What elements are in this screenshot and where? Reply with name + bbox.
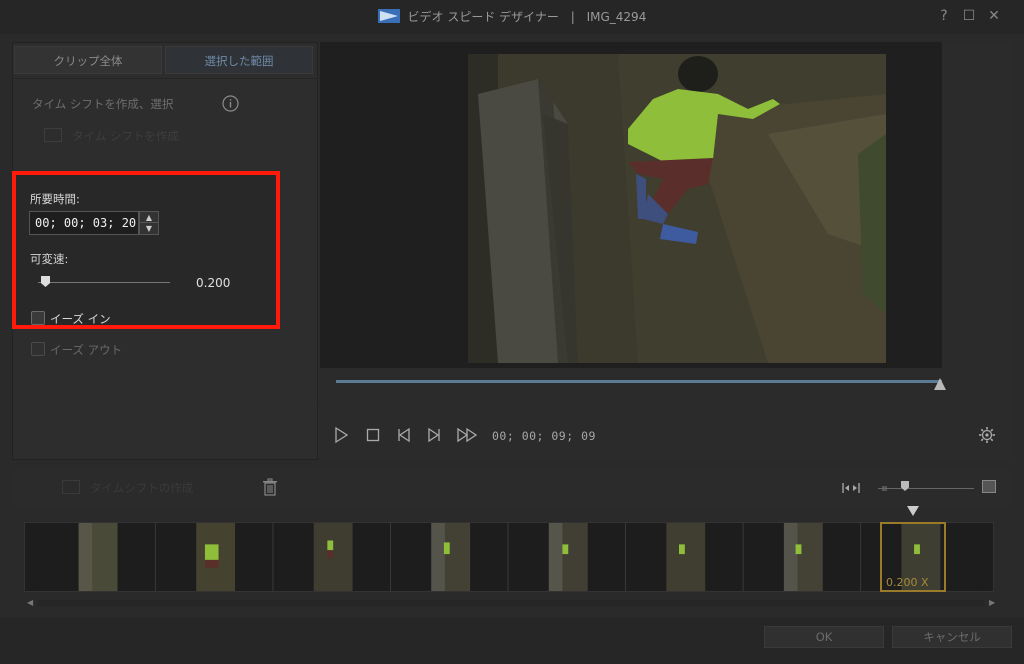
- timeline-scrollbar[interactable]: [38, 600, 984, 606]
- add-icon: [62, 480, 80, 494]
- stop-icon[interactable]: [364, 426, 382, 444]
- app-logo-icon: [377, 9, 400, 23]
- speed-label: 可変速:: [30, 252, 69, 266]
- tab-whole-clip[interactable]: クリップ全体: [14, 46, 162, 74]
- zoom-in-icon[interactable]: [982, 480, 996, 493]
- scroll-left-icon[interactable]: ◀: [27, 598, 33, 607]
- zoom-slider-track[interactable]: [878, 488, 974, 489]
- video-frame: [468, 54, 886, 363]
- settings-gear-icon[interactable]: [978, 426, 996, 444]
- play-icon[interactable]: [332, 426, 350, 444]
- duration-spinner[interactable]: ▲ ▼: [139, 211, 159, 235]
- speed-slider-track[interactable]: [38, 282, 170, 283]
- playback-controls: [318, 406, 1012, 460]
- spin-down-icon[interactable]: ▼: [140, 223, 158, 234]
- add-icon: [44, 128, 62, 142]
- spin-up-icon[interactable]: ▲: [140, 212, 158, 223]
- timeline-playhead[interactable]: [907, 506, 919, 516]
- fast-forward-icon[interactable]: [456, 426, 478, 444]
- range-speed-label: 0.200 X: [886, 576, 929, 589]
- cancel-button[interactable]: キャンセル: [892, 626, 1012, 648]
- scroll-right-icon[interactable]: ▶: [989, 598, 995, 607]
- duration-label: 所要時間:: [30, 192, 80, 206]
- ease-out-label[interactable]: イーズ アウト: [50, 342, 122, 358]
- help-button[interactable]: ?: [935, 7, 953, 25]
- next-frame-icon[interactable]: [425, 426, 443, 444]
- speed-value: 0.200: [196, 276, 231, 290]
- tab-selected-range[interactable]: 選択した範囲: [165, 46, 313, 74]
- timeline-filmstrip[interactable]: [24, 522, 994, 592]
- create-timeshift-button[interactable]: タイム シフトを作成: [44, 128, 244, 150]
- window-title: ビデオ スピード デザイナー | IMG_4294: [0, 8, 1024, 25]
- ease-in-checkbox[interactable]: [31, 311, 45, 325]
- timeshift-section-label: タイム シフトを作成、選択: [32, 97, 174, 111]
- ok-button[interactable]: OK: [764, 626, 884, 648]
- trash-icon[interactable]: [262, 478, 278, 496]
- file-name: IMG_4294: [586, 10, 647, 24]
- title-separator: |: [570, 10, 575, 24]
- app-name: ビデオ スピード デザイナー: [407, 10, 559, 24]
- duration-field[interactable]: 00; 00; 03; 20: [29, 211, 139, 235]
- seek-bar[interactable]: [336, 380, 942, 383]
- maximize-button[interactable]: ☐: [960, 7, 978, 25]
- fit-to-view-icon[interactable]: [842, 481, 860, 495]
- info-icon[interactable]: [222, 95, 239, 112]
- create-timeshift-label: タイム シフトを作成: [72, 129, 179, 143]
- previous-frame-icon[interactable]: [395, 426, 413, 444]
- timecode-display: 00; 00; 09; 09: [492, 429, 596, 443]
- ease-in-label[interactable]: イーズ イン: [50, 311, 111, 327]
- timeline-create-label: タイムシフトの作成: [90, 481, 194, 495]
- timeline-create-timeshift-button[interactable]: タイムシフトの作成: [62, 480, 193, 496]
- timeshift-section: [14, 78, 318, 164]
- ease-out-checkbox[interactable]: [31, 342, 45, 356]
- close-button[interactable]: ✕: [985, 7, 1003, 25]
